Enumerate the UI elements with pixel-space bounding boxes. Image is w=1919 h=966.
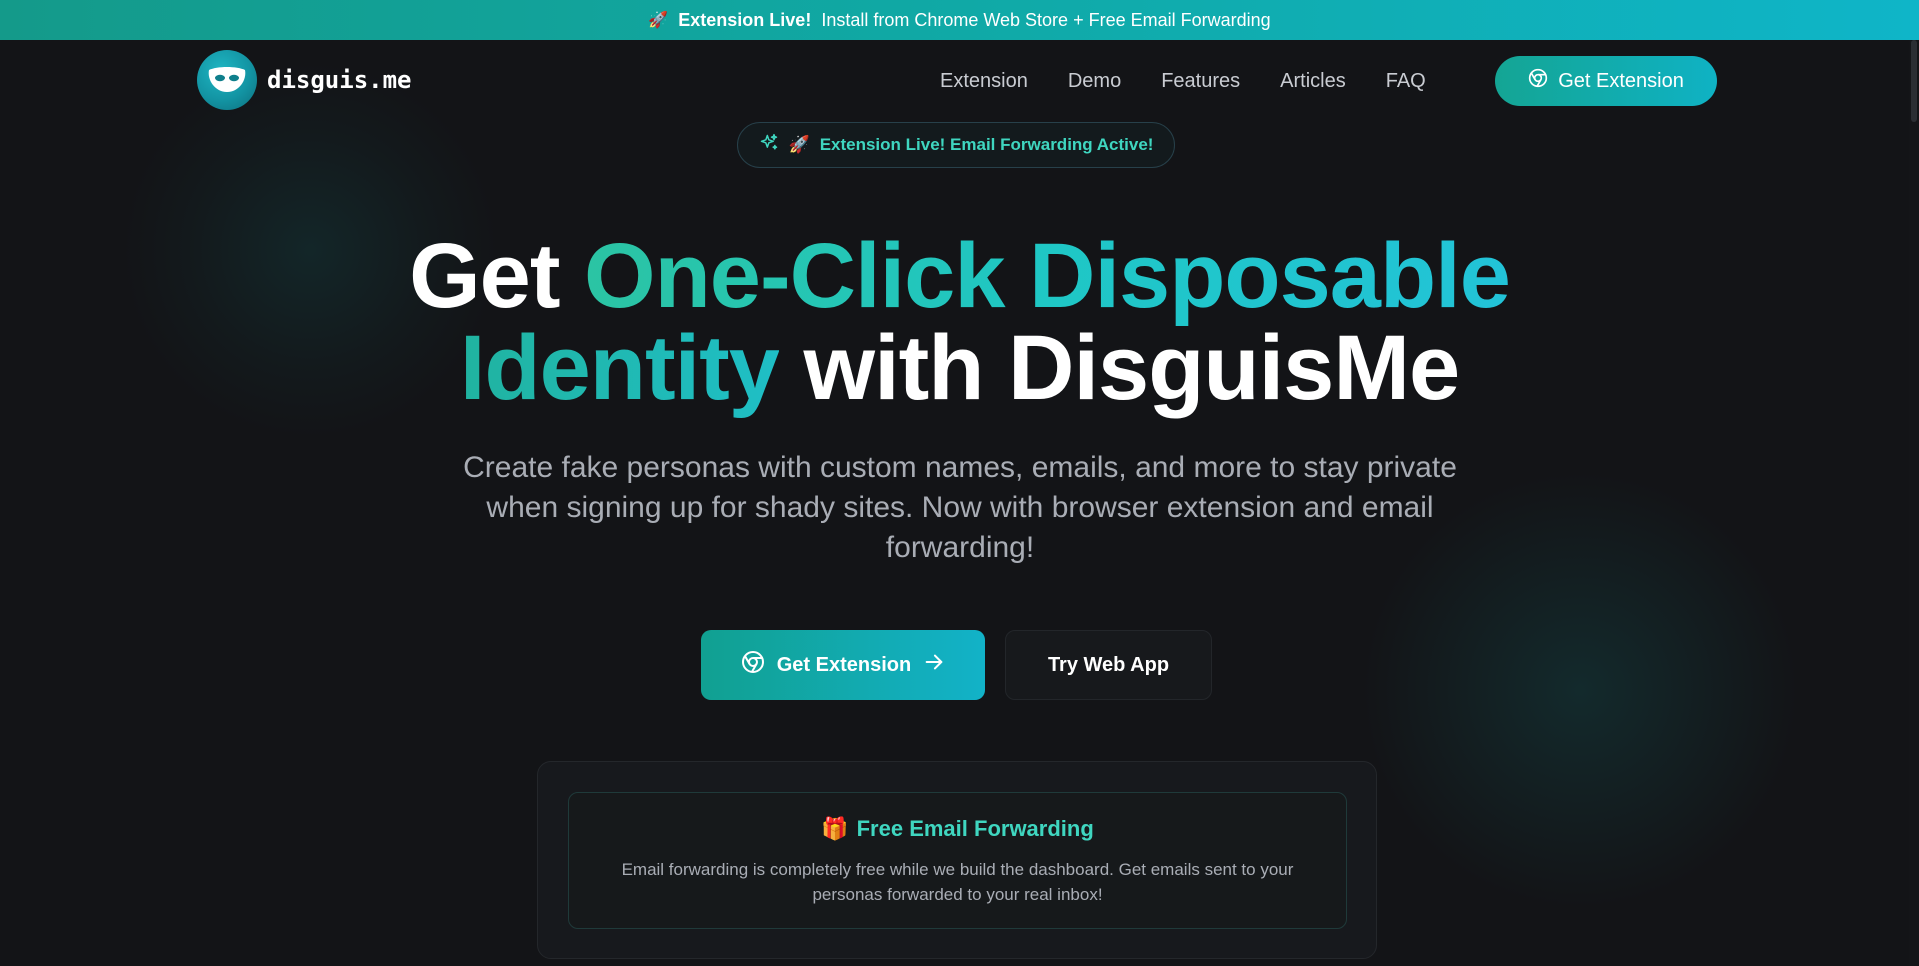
nav-link-features[interactable]: Features	[1161, 70, 1240, 93]
hero-headline: Get One-Click Disposable Identity with D…	[0, 230, 1919, 414]
scrollbar-thumb[interactable]	[1911, 40, 1917, 122]
get-extension-button[interactable]: Get Extension	[701, 630, 985, 700]
pill-rocket-icon: 🚀	[788, 135, 810, 154]
logo-text: disguis.me	[267, 66, 412, 94]
try-web-app-button[interactable]: Try Web App	[1005, 630, 1212, 700]
hero-headline-highlight: One-Click Disposable	[584, 225, 1511, 327]
nav-link-faq[interactable]: FAQ	[1386, 70, 1426, 93]
nav-link-extension[interactable]: Extension	[940, 70, 1028, 93]
status-pill: 🚀 Extension Live! Email Forwarding Activ…	[737, 122, 1175, 168]
nav-link-demo[interactable]: Demo	[1068, 70, 1121, 93]
announcement-banner[interactable]: 🚀 Extension Live! Install from Chrome We…	[0, 0, 1919, 40]
chrome-icon	[741, 650, 765, 680]
banner-text: Install from Chrome Web Store + Free Ema…	[821, 9, 1271, 30]
scrollbar-track[interactable]	[1909, 40, 1919, 966]
hero-headline-identity: Identity	[459, 317, 780, 419]
hero-headline-brand: with DisguisMe	[803, 317, 1461, 419]
hero-headline-line-2: Identity with DisguisMe	[0, 322, 1919, 414]
nav-get-extension-button[interactable]: Get Extension	[1495, 56, 1717, 106]
chrome-icon	[1528, 68, 1548, 94]
page: 🚀 Extension Live! Install from Chrome We…	[0, 0, 1919, 966]
pill-text: Extension Live! Email Forwarding Active!	[819, 135, 1154, 154]
feature-card-title: 🎁 Free Email Forwarding	[568, 816, 1347, 842]
nav-get-extension-label: Get Extension	[1558, 69, 1684, 92]
hero-subtitle: Create fake personas with custom names, …	[463, 451, 1457, 564]
logo-link[interactable]: disguis.me	[197, 50, 412, 110]
gift-icon: 🎁	[821, 816, 849, 841]
nav-link-articles[interactable]: Articles	[1280, 70, 1346, 93]
navbar: disguis.me Extension Demo Features Artic…	[0, 40, 1919, 122]
arrow-right-icon	[923, 651, 945, 679]
mask-logo-icon	[197, 50, 257, 110]
banner-strong-text: Extension Live!	[678, 9, 812, 30]
hero-headline-line-1: Get One-Click Disposable	[0, 230, 1919, 322]
try-web-app-label: Try Web App	[1047, 653, 1170, 676]
feature-card-body: Email forwarding is completely free whil…	[621, 860, 1294, 904]
sparkle-icon	[759, 133, 779, 158]
get-extension-label: Get Extension	[776, 653, 912, 676]
rocket-icon: 🚀	[648, 12, 669, 29]
hero-headline-get: Get	[409, 225, 560, 327]
nav-links: Extension Demo Features Articles FAQ	[940, 70, 1426, 93]
feature-card-title-text: Free Email Forwarding	[856, 816, 1094, 841]
